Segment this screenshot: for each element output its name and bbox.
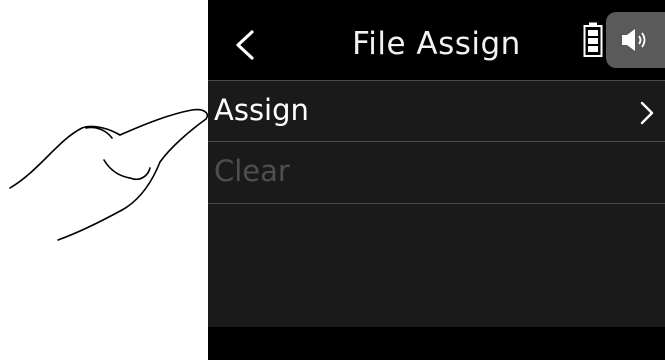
menu-item-label: Assign (214, 93, 309, 127)
menu-item-assign[interactable]: Assign (208, 80, 665, 142)
chevron-right-icon (640, 101, 654, 125)
menu-list: Assign Clear (208, 80, 665, 327)
menu-item-label: Clear (214, 154, 290, 188)
device-screen: File Assign Assign Clear (208, 0, 665, 360)
battery-icon (583, 22, 603, 57)
bottom-bar (208, 327, 665, 360)
menu-item-clear[interactable]: Clear (208, 141, 665, 204)
speaker-icon (622, 29, 646, 51)
speaker-button[interactable] (606, 12, 665, 68)
title-bar: File Assign (208, 0, 665, 80)
pointing-hand-illustration (9, 108, 209, 241)
